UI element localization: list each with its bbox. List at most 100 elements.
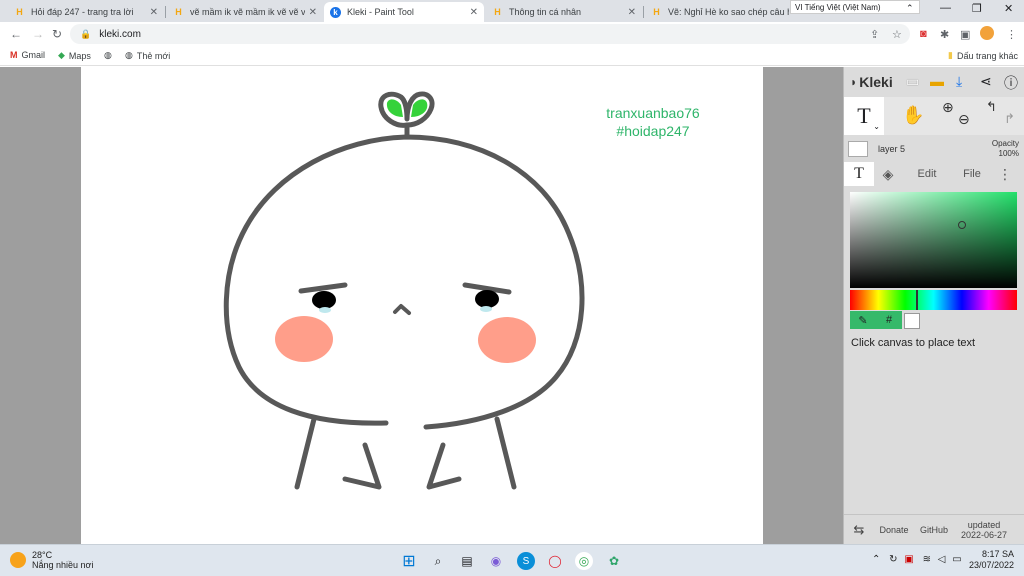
- layer-opacity[interactable]: Opacity 100%: [992, 139, 1019, 159]
- task-view-icon[interactable]: ▤: [458, 552, 476, 570]
- skype-icon[interactable]: S: [517, 552, 535, 570]
- chat-icon[interactable]: ◉: [487, 552, 505, 570]
- browser-tab-kleki[interactable]: k Kleki - Paint Tool ✕: [324, 2, 484, 22]
- redo-icon[interactable]: ↱: [1004, 111, 1015, 127]
- opacity-value: 100%: [998, 149, 1019, 158]
- layers-icon[interactable]: ◈: [874, 162, 902, 186]
- browser-tab-nghi-he[interactable]: H Vẽ: Nghỉ Hè ko sao chép câu hỏi: [645, 2, 795, 22]
- layer-thumbnail[interactable]: [848, 141, 868, 157]
- drawing-canvas[interactable]: tranxuanbao76 #hoidap247: [81, 67, 763, 544]
- maximize-icon[interactable]: ❐: [972, 2, 982, 15]
- language-popup[interactable]: VI Tiếng Việt (Việt Nam): [790, 0, 920, 14]
- share-icon[interactable]: ⇪: [870, 28, 879, 41]
- eyedropper-icon[interactable]: ✎: [850, 311, 876, 329]
- close-window-icon[interactable]: ✕: [1004, 2, 1013, 15]
- layer-row[interactable]: layer 5 Opacity 100%: [844, 137, 1024, 161]
- new-image-icon[interactable]: ▭: [906, 73, 919, 90]
- hoidap-h-icon: H: [653, 7, 660, 17]
- color-picker-cursor[interactable]: [958, 221, 966, 229]
- secondary-color-swatch[interactable]: [904, 313, 920, 329]
- kleki-icon: k: [330, 6, 341, 18]
- back-icon[interactable]: ←: [10, 27, 22, 41]
- browser-tab-hoidap[interactable]: H Hỏi đáp 247 - trang tra lời ✕: [8, 2, 164, 22]
- minimize-icon[interactable]: —: [940, 2, 951, 14]
- expand-icon[interactable]: ⌃: [906, 3, 914, 14]
- clock-time: 8:17 SA: [981, 549, 1014, 559]
- zoom-out-icon[interactable]: ⊖: [958, 111, 970, 128]
- search-icon[interactable]: ⌕: [429, 552, 447, 570]
- bookmark-label: Maps: [68, 50, 91, 61]
- help-icon[interactable]: ⓘ: [1004, 73, 1018, 93]
- zoom-in-icon[interactable]: ⊕: [942, 99, 954, 116]
- sun-icon: [10, 552, 26, 568]
- undo-icon[interactable]: ↰: [986, 99, 997, 115]
- weather-widget[interactable]: 28°C Nắng nhiều nơi: [10, 550, 93, 570]
- tab-text[interactable]: T: [844, 162, 874, 186]
- bookmark-globe[interactable]: ◍: [104, 50, 116, 61]
- tab-edit[interactable]: Edit: [902, 162, 952, 186]
- chrome-icon[interactable]: ◎: [575, 552, 593, 570]
- eye-right: [475, 290, 499, 308]
- browser-tab-ve-mam[interactable]: H vẽ mầm ik vẽ mầm ik vẽ vẽ vẽ ✕: [167, 2, 323, 22]
- close-icon[interactable]: ✕: [470, 7, 478, 18]
- clock[interactable]: 8:17 SA 23/07/2022: [969, 549, 1014, 571]
- app-icon[interactable]: ✿: [605, 552, 623, 570]
- hue-slider[interactable]: [850, 290, 1017, 310]
- windows-start-icon[interactable]: ⊞: [400, 552, 418, 570]
- bookmark-the-moi[interactable]: ◍ Thẻ mới: [125, 50, 170, 61]
- save-icon[interactable]: ▬: [930, 73, 944, 89]
- text-tool-label: T: [857, 103, 871, 128]
- globe-icon: ◍: [104, 50, 112, 60]
- sync-icon[interactable]: ↻: [889, 554, 897, 565]
- color-picker-saturation[interactable]: [850, 192, 1017, 288]
- sidebar-icon[interactable]: ▣: [960, 28, 970, 41]
- share-icon[interactable]: ⋖: [980, 73, 992, 90]
- text-tool-button[interactable]: T ⌄: [844, 97, 884, 135]
- tear-right: [480, 306, 492, 312]
- app-tray-icon[interactable]: ▣: [904, 554, 913, 565]
- speaker-icon[interactable]: ◁: [938, 554, 946, 565]
- left-foot: [342, 442, 382, 490]
- chevron-up-icon[interactable]: ⌃: [872, 554, 880, 565]
- tab-file[interactable]: File: [952, 162, 992, 186]
- more-icon[interactable]: ⋮: [992, 162, 1018, 186]
- forward-icon[interactable]: →: [32, 27, 44, 41]
- weather-condition: Nắng nhiều nơi: [32, 560, 94, 570]
- eyebrow-left: [298, 282, 348, 294]
- close-icon[interactable]: ✕: [150, 7, 158, 18]
- maps-icon: ◆: [58, 50, 65, 60]
- bookmark-maps[interactable]: ◆ Maps: [58, 50, 91, 61]
- kleki-logo: ◗ Kleki: [850, 74, 893, 90]
- close-icon[interactable]: ✕: [628, 7, 636, 18]
- kleki-logo-icon: ◗: [850, 75, 858, 89]
- url-input[interactable]: 🔒 kleki.com: [70, 24, 910, 44]
- head-outline: [223, 134, 585, 430]
- menu-icon[interactable]: ⋮: [1006, 28, 1017, 41]
- chevron-down-icon[interactable]: ⌄: [873, 122, 880, 131]
- bookmark-gmail[interactable]: M Gmail: [10, 50, 45, 60]
- tab-divider: [643, 6, 644, 18]
- address-bar-row: ← → ↻ 🔒 kleki.com ⇪ ☆ ◙ ✱ ▣ ⋮: [0, 22, 1024, 46]
- other-bookmarks[interactable]: ▮ Dấu trang khác: [948, 50, 1018, 61]
- system-tray[interactable]: ⌃ ↻ ▣ ≋ ◁ ▭: [872, 554, 962, 565]
- wifi-icon[interactable]: ≋: [923, 554, 931, 565]
- cheek-right: [478, 317, 536, 363]
- drawing-artwork: tranxuanbao76 #hoidap247: [223, 91, 700, 490]
- donate-link[interactable]: Donate: [874, 515, 914, 545]
- star-icon[interactable]: ☆: [892, 28, 902, 41]
- hand-icon[interactable]: ✋: [902, 105, 924, 126]
- opera-icon[interactable]: ◯: [546, 552, 564, 570]
- close-icon[interactable]: ✕: [309, 7, 317, 18]
- reload-icon[interactable]: ↻: [52, 27, 62, 41]
- hue-slider-handle[interactable]: [916, 290, 918, 310]
- avatar[interactable]: [980, 26, 994, 40]
- swap-side-icon[interactable]: ⇆: [844, 515, 874, 545]
- pocket-icon[interactable]: ◙: [920, 28, 927, 40]
- github-link[interactable]: GitHub: [914, 515, 954, 545]
- browser-tab-thong-tin[interactable]: H Thông tin cá nhân ✕: [486, 2, 642, 22]
- tab-strip: H Hỏi đáp 247 - trang tra lời ✕ H vẽ mầm…: [0, 0, 1024, 22]
- hex-input-button[interactable]: #: [876, 311, 902, 329]
- extensions-icon[interactable]: ✱: [940, 28, 949, 41]
- download-icon[interactable]: ⤓: [956, 73, 962, 90]
- battery-icon[interactable]: ▭: [952, 554, 961, 565]
